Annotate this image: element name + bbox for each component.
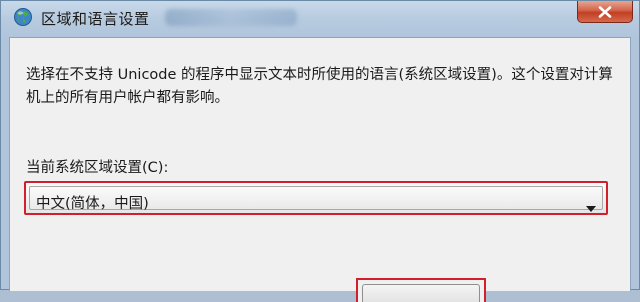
title-bar[interactable]: 区域和语言设置 [1,1,639,37]
locale-select-field[interactable]: 中文(简体，中国) [29,186,603,212]
close-icon [598,5,612,18]
title-blur-region [165,9,297,26]
window-title: 区域和语言设置 [41,10,150,28]
confirm-button[interactable] [356,278,486,302]
description-text: 选择在不支持 Unicode 的程序中显示文本时所使用的语言(系统区域设置)。这… [26,67,613,106]
dialog-window: 区域和语言设置 选择在不支持 Unicode 的程序中显示文本时所使用的语言(系… [0,0,640,302]
dropdown-arrow-icon[interactable] [586,197,596,216]
globe-icon [13,7,33,27]
close-button[interactable] [577,1,633,23]
current-locale-label: 当前系统区域设置(C): [26,160,169,176]
confirm-button-face[interactable] [362,284,480,302]
locale-select[interactable]: 中文(简体，中国) [24,181,608,215]
dialog-content: 选择在不支持 Unicode 的程序中显示文本时所使用的语言(系统区域设置)。这… [9,37,631,302]
locale-select-value: 中文(简体，中国) [36,196,149,212]
